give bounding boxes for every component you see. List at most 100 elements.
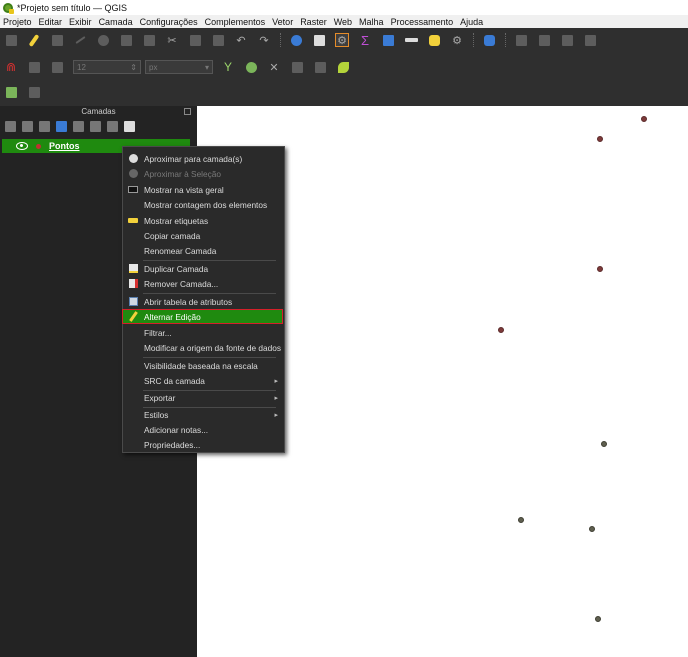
- qgis-logo-icon: [3, 2, 14, 14]
- add-line-icon[interactable]: [73, 33, 87, 47]
- map-tips-icon[interactable]: [427, 33, 441, 47]
- remove-layer-icon[interactable]: [124, 121, 135, 132]
- labels-icon: [128, 216, 138, 226]
- zoom-to-layer-icon: [128, 154, 138, 164]
- menu-item-copy-layer[interactable]: Copiar camada: [123, 228, 284, 243]
- delete-icon[interactable]: [142, 33, 156, 47]
- settings-icon[interactable]: ⚙: [450, 33, 464, 47]
- map-point: [518, 517, 524, 523]
- measure-icon[interactable]: [404, 33, 418, 47]
- menu-configuracoes[interactable]: Configurações: [140, 17, 198, 27]
- split-icon[interactable]: ✕: [267, 60, 281, 74]
- menu-item-layer-crs[interactable]: SRC da camada ▸: [123, 373, 284, 388]
- menu-vetor[interactable]: Vetor: [272, 17, 293, 27]
- spinbox-arrows-icon[interactable]: ⇕: [130, 63, 137, 72]
- toolbar-row-3: [0, 80, 50, 104]
- overlap-icon[interactable]: [244, 60, 258, 74]
- menu-item-show-in-overview[interactable]: Mostrar na vista geral: [123, 182, 284, 197]
- layout-icon[interactable]: [27, 85, 41, 99]
- menu-bar: Projeto Editar Exibir Camada Configuraçõ…: [0, 15, 688, 28]
- menu-projeto[interactable]: Projeto: [3, 17, 32, 27]
- menu-item-zoom-to-selection[interactable]: Aproximar à Seleção: [123, 166, 284, 181]
- menu-item-duplicate-layer[interactable]: Duplicar Camada: [123, 261, 284, 276]
- python-icon[interactable]: [482, 33, 496, 47]
- plugin-icon[interactable]: [583, 33, 597, 47]
- redo-icon[interactable]: ↷: [257, 33, 271, 47]
- cut-icon[interactable]: ✂: [165, 33, 179, 47]
- snap-tolerance-value: 12: [77, 62, 86, 72]
- menu-processamento[interactable]: Processamento: [391, 17, 454, 27]
- eye-icon[interactable]: [16, 142, 28, 150]
- digitize-icon[interactable]: [4, 33, 18, 47]
- manage-visibility-icon[interactable]: [39, 121, 50, 132]
- advanced-digitize-icon[interactable]: [27, 60, 41, 74]
- vertex-tool-icon[interactable]: [96, 33, 110, 47]
- pencil-icon: [128, 311, 138, 322]
- topology-icon[interactable]: [560, 33, 574, 47]
- menu-item-show-labels[interactable]: Mostrar etiquetas: [123, 213, 284, 228]
- toolbar-row-2: ⋒ 12 ⇕ px ▾ Y ✕: [0, 55, 359, 79]
- menu-complementos[interactable]: Complementos: [205, 17, 266, 27]
- expand-all-icon[interactable]: [90, 121, 101, 132]
- y-tool-icon[interactable]: Y: [221, 60, 235, 74]
- modify-attributes-icon[interactable]: [119, 33, 133, 47]
- menu-item-styles[interactable]: Estilos ▸: [123, 407, 284, 422]
- menu-item-toggle-editing[interactable]: Alternar Edição: [122, 309, 283, 324]
- map-point: [597, 136, 603, 142]
- separator: [280, 33, 282, 47]
- save-edits-icon[interactable]: [50, 33, 64, 47]
- snap-units-select[interactable]: px ▾: [145, 60, 213, 74]
- menu-item-show-feature-count[interactable]: Mostrar contagem dos elementos: [123, 197, 284, 212]
- menu-ajuda[interactable]: Ajuda: [460, 17, 483, 27]
- menu-item-zoom-to-layer[interactable]: Aproximar para camada(s): [123, 151, 284, 166]
- wms-icon[interactable]: [4, 85, 18, 99]
- filter-expression-icon[interactable]: [73, 121, 84, 132]
- magnet-icon[interactable]: ⋒: [4, 60, 18, 74]
- menu-item-filter[interactable]: Filtrar...: [123, 325, 284, 340]
- toolbar-row-1: ✂ ↶ ↷ ⚙ Σ ⚙: [0, 28, 606, 52]
- statistics-icon[interactable]: Σ: [358, 33, 372, 48]
- separator: [473, 33, 475, 47]
- self-snap-icon[interactable]: [313, 60, 327, 74]
- menu-raster[interactable]: Raster: [300, 17, 327, 27]
- menu-exibir[interactable]: Exibir: [69, 17, 92, 27]
- filter-legend-icon[interactable]: [56, 121, 67, 132]
- separator: [505, 33, 507, 47]
- identify-icon[interactable]: [289, 33, 303, 47]
- georeferencer-icon[interactable]: [514, 33, 528, 47]
- float-panel-icon[interactable]: [184, 108, 191, 115]
- snapping-icon[interactable]: [537, 33, 551, 47]
- leaf-icon[interactable]: [336, 60, 350, 74]
- menu-web[interactable]: Web: [334, 17, 352, 27]
- menu-malha[interactable]: Malha: [359, 17, 384, 27]
- attribute-table-icon: [128, 297, 138, 307]
- attribute-table-icon[interactable]: [312, 33, 326, 47]
- menu-editar[interactable]: Editar: [39, 17, 63, 27]
- map-point: [601, 441, 607, 447]
- field-calculator-icon[interactable]: [381, 33, 395, 47]
- point-symbol-icon: [36, 143, 41, 149]
- paste-icon[interactable]: [211, 33, 225, 47]
- chevron-right-icon: ▸: [274, 411, 278, 419]
- menu-camada[interactable]: Camada: [99, 17, 133, 27]
- menu-item-change-data-source[interactable]: Modificar a origem da fonte de dados: [123, 340, 284, 355]
- pencil-icon[interactable]: [27, 33, 41, 47]
- toolbar-area: ✂ ↶ ↷ ⚙ Σ ⚙ ⋒ 12 ⇕ px ▾ Y ✕: [0, 28, 688, 106]
- menu-item-export[interactable]: Exportar ▸: [123, 390, 284, 405]
- copy-icon[interactable]: [188, 33, 202, 47]
- menu-item-rename-layer[interactable]: Renomear Camada: [123, 243, 284, 258]
- snap-type-icon[interactable]: [50, 60, 64, 74]
- collapse-all-icon[interactable]: [107, 121, 118, 132]
- snap-tolerance-spinbox[interactable]: 12 ⇕: [73, 60, 141, 74]
- style-layer-icon[interactable]: [5, 121, 16, 132]
- menu-item-open-attribute-table[interactable]: Abrir tabela de atributos: [123, 294, 284, 309]
- menu-item-add-notes[interactable]: Adicionar notas...: [123, 422, 284, 437]
- trace-icon[interactable]: [290, 60, 304, 74]
- menu-item-properties[interactable]: Propriedades...: [123, 437, 284, 452]
- menu-item-scale-visibility[interactable]: Visibilidade baseada na escala: [123, 358, 284, 373]
- add-group-icon[interactable]: [22, 121, 33, 132]
- menu-item-remove-layer[interactable]: Remover Camada...: [123, 276, 284, 291]
- processing-toolbox-icon[interactable]: ⚙: [335, 33, 349, 47]
- undo-icon[interactable]: ↶: [234, 33, 248, 47]
- overview-icon: [128, 185, 138, 195]
